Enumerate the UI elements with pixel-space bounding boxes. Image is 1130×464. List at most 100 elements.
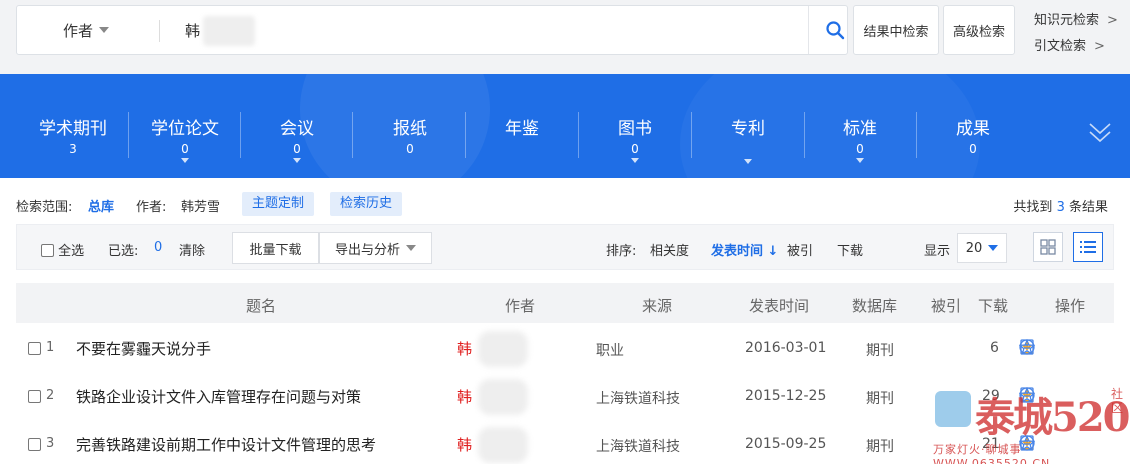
category-standard[interactable]: 标准 0 bbox=[815, 114, 905, 163]
row-date: 2015-09-25 bbox=[745, 436, 827, 452]
scope-author-value: 韩芳雪 bbox=[181, 200, 221, 215]
row-number: 2 bbox=[46, 388, 55, 403]
category-journal[interactable]: 学术期刊 3 bbox=[28, 114, 118, 156]
quote-icon[interactable]: ” bbox=[1018, 338, 1035, 355]
category-label: 报纸 bbox=[393, 119, 427, 139]
sort-cited[interactable]: 被引 bbox=[787, 240, 813, 259]
export-analysis-button[interactable]: 导出与分析 bbox=[319, 232, 432, 264]
topic-custom-chip[interactable]: 主题定制 bbox=[242, 192, 315, 216]
category-achievement[interactable]: 成果 0 bbox=[928, 114, 1018, 156]
citation-search-link[interactable]: 引文检索 > bbox=[1034, 35, 1105, 54]
result-count-suffix: 条结果 bbox=[1068, 200, 1108, 215]
selected-label: 已选: bbox=[108, 244, 139, 259]
arrow-down-icon: ↓ bbox=[767, 244, 779, 259]
row-date: 2016-03-01 bbox=[745, 340, 827, 356]
search-scope-bar: 检索范围: 总库 作者: 韩芳雪 主题定制 检索历史 共找到 3 条结果 bbox=[0, 188, 1130, 220]
chevron-down-icon bbox=[99, 27, 110, 33]
row-checkbox[interactable] bbox=[28, 342, 41, 355]
row-title[interactable]: 铁路企业设计文件入库管理存在问题与对策 bbox=[76, 386, 361, 407]
header-title: 题名 bbox=[246, 297, 277, 315]
category-thesis[interactable]: 学位论文 0 bbox=[140, 114, 230, 163]
row-number: 1 bbox=[46, 340, 55, 355]
category-count: 0 bbox=[406, 142, 414, 156]
row-author[interactable]: 韩 bbox=[457, 386, 472, 407]
advanced-search-button[interactable]: 高级检索 bbox=[943, 5, 1015, 55]
caret-down-icon bbox=[856, 158, 864, 163]
quote-icon[interactable]: ” bbox=[1018, 386, 1035, 403]
category-count: 0 bbox=[856, 142, 864, 156]
quote-icon[interactable]: ” bbox=[1018, 434, 1035, 451]
divider bbox=[691, 112, 692, 158]
batch-download-button[interactable]: 批量下载 bbox=[232, 232, 319, 264]
category-book[interactable]: 图书 0 bbox=[590, 114, 680, 163]
svg-text:”: ” bbox=[1024, 439, 1029, 449]
page-size-select[interactable]: 20 bbox=[957, 233, 1007, 263]
row-download-count: 29 bbox=[982, 388, 1000, 404]
category-count: 3 bbox=[69, 142, 77, 156]
row-source[interactable]: 上海铁道科技 bbox=[596, 388, 680, 408]
category-count: 0 bbox=[969, 142, 977, 156]
row-source[interactable]: 职业 bbox=[596, 340, 624, 360]
grid-view-button[interactable] bbox=[1033, 232, 1063, 262]
row-checkbox[interactable] bbox=[28, 438, 41, 451]
row-source[interactable]: 上海铁道科技 bbox=[596, 436, 680, 456]
scope-range-value[interactable]: 总库 bbox=[88, 196, 114, 215]
search-field-select[interactable]: 作者 bbox=[63, 20, 110, 41]
divider bbox=[128, 112, 129, 158]
knowledge-search-link[interactable]: 知识元检索 > bbox=[1034, 9, 1118, 28]
sort-relevance[interactable]: 相关度 bbox=[650, 240, 689, 259]
results-table-header: 题名 作者 来源 发表时间 数据库 被引 下载 操作 bbox=[16, 283, 1114, 323]
row-title[interactable]: 不要在雾霾天说分手 bbox=[76, 338, 211, 359]
header-download: 下载 bbox=[978, 297, 1009, 315]
select-all-checkbox[interactable]: 全选 bbox=[41, 240, 84, 259]
table-row: 3 完善铁路建设前期工作中设计文件管理的思考 韩 上海铁道科技 2015-09-… bbox=[16, 421, 1114, 464]
category-conference[interactable]: 会议 0 bbox=[252, 114, 342, 163]
header-cited: 被引 bbox=[931, 297, 962, 315]
header-date: 发表时间 bbox=[749, 297, 810, 315]
redacted-blur bbox=[203, 16, 255, 46]
svg-text:”: ” bbox=[1024, 343, 1029, 353]
row-database: 期刊 bbox=[866, 391, 894, 407]
header-author: 作者 bbox=[505, 297, 536, 315]
row-title[interactable]: 完善铁路建设前期工作中设计文件管理的思考 bbox=[76, 434, 376, 455]
header-source: 来源 bbox=[642, 297, 673, 315]
row-author[interactable]: 韩 bbox=[457, 434, 472, 455]
row-download-count: 21 bbox=[982, 436, 1000, 452]
caret-down-icon bbox=[293, 158, 301, 163]
sort-download[interactable]: 下载 bbox=[837, 240, 863, 259]
category-label: 专利 bbox=[731, 119, 765, 139]
row-database: 期刊 bbox=[866, 439, 894, 455]
search-in-results-button[interactable]: 结果中检索 bbox=[853, 5, 939, 55]
redacted-blur bbox=[478, 427, 528, 463]
page-size-label: 显示 bbox=[924, 244, 951, 259]
category-label: 成果 bbox=[956, 119, 990, 139]
search-input[interactable]: 韩 bbox=[185, 20, 200, 41]
list-view-button[interactable] bbox=[1073, 232, 1103, 262]
result-count-value: 3 bbox=[1056, 200, 1065, 215]
search-history-chip[interactable]: 检索历史 bbox=[330, 192, 403, 216]
selected-count: 0 bbox=[154, 240, 163, 255]
divider bbox=[916, 112, 917, 158]
row-download-count: 6 bbox=[990, 340, 999, 356]
select-all-label: 全选 bbox=[58, 244, 85, 259]
row-checkbox[interactable] bbox=[28, 390, 41, 403]
citation-search-label: 引文检索 bbox=[1034, 39, 1087, 54]
row-number: 3 bbox=[46, 436, 55, 451]
category-band: 学术期刊 3 学位论文 0 会议 0 报纸 0 年鉴 图书 0 专利 标准 0 … bbox=[0, 74, 1130, 178]
category-label: 标准 bbox=[843, 119, 877, 139]
result-count: 共找到 3 条结果 bbox=[1013, 196, 1108, 215]
category-yearbook[interactable]: 年鉴 bbox=[477, 114, 567, 139]
category-newspaper[interactable]: 报纸 0 bbox=[365, 114, 455, 156]
redacted-blur bbox=[478, 379, 528, 415]
category-label: 会议 bbox=[280, 119, 314, 139]
scope-author-label: 作者: bbox=[136, 200, 167, 215]
sort-date[interactable]: 发表时间 ↓ bbox=[711, 240, 778, 259]
chevron-down-icon bbox=[988, 245, 999, 251]
redacted-blur bbox=[478, 331, 528, 367]
expand-categories-button[interactable] bbox=[1088, 122, 1112, 148]
category-patent[interactable]: 专利 bbox=[703, 114, 793, 164]
divider bbox=[578, 112, 579, 158]
row-author[interactable]: 韩 bbox=[457, 338, 472, 359]
clear-selection-link[interactable]: 清除 bbox=[179, 240, 205, 259]
row-database: 期刊 bbox=[866, 343, 894, 359]
